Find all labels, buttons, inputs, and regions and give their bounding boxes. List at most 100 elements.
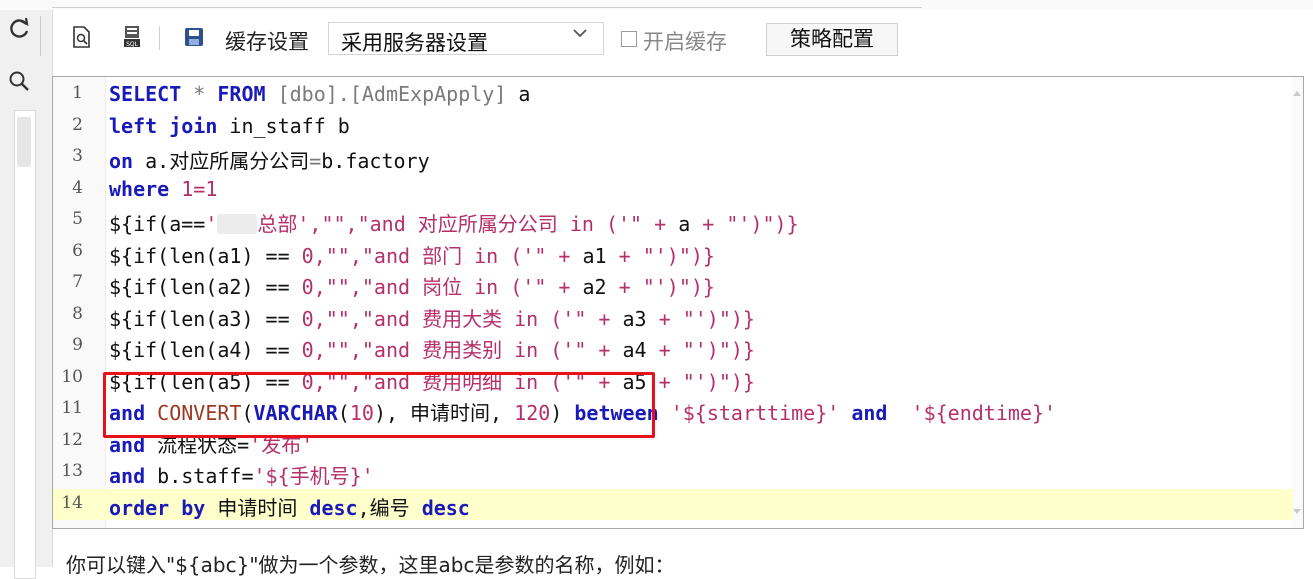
code-token: ,"","and 费用类别 in ('" + — [313, 338, 623, 362]
line-number: 10 — [61, 366, 83, 387]
code-token: FROM — [217, 82, 266, 106]
sql-icon[interactable]: SQL — [119, 24, 145, 50]
chevron-down-icon[interactable] — [565, 20, 595, 46]
code-token: [dbo].[AdmExpApply] — [265, 82, 507, 106]
code-line[interactable]: 13 and b.staff='${手机号}' — [53, 457, 1303, 488]
code-text: ${if(len(a2) == 0,"","and 岗位 in ('" + a2… — [109, 271, 715, 300]
search-icon[interactable] — [0, 66, 38, 96]
line-number: 13 — [61, 461, 83, 481]
code-line[interactable]: 8 ${if(len(a3) == 0,"","and 费用大类 in ('" +… — [53, 300, 1303, 331]
code-token: 0 — [301, 338, 314, 362]
code-token: = — [309, 149, 322, 173]
scroll-down-icon[interactable] — [1293, 509, 1301, 514]
code-line[interactable]: 4 where 1=1 — [53, 174, 1303, 205]
line-number: 2 — [72, 114, 83, 135]
code-text: SELECT * FROM [dbo].[AdmExpApply] a — [109, 82, 530, 106]
code-token: 申请时间 — [205, 495, 310, 520]
line-number: 1 — [72, 83, 83, 103]
code-token: ${if(len(a1) == — [109, 243, 302, 268]
code-token: ,"","and 费用大类 in ('" + — [313, 306, 623, 331]
code-token: on — [109, 149, 134, 173]
code-token: ' — [205, 212, 218, 236]
enable-cache-checkbox[interactable] — [621, 31, 637, 47]
rail-scrollbar[interactable] — [14, 110, 36, 579]
code-line[interactable]: 7 ${if(len(a2) == 0,"","and 岗位 in ('" + a… — [53, 268, 1303, 299]
code-token: in_staff b — [217, 113, 350, 138]
code-line[interactable]: 5 ${if(a==' 总部',"","and 对应所属分公司 in ('" + a… — [53, 205, 1303, 236]
code-token: b.factory — [321, 149, 430, 173]
code-text: ${if(len(a4) == 0,"","and 费用类别 in ('" + … — [109, 334, 755, 363]
code-text: and b.staff='${手机号}' — [109, 460, 374, 489]
code-token: ,"","and 部门 in ('" + — [313, 243, 583, 268]
scroll-up-icon[interactable] — [1293, 91, 1301, 96]
rail-scroll-thumb[interactable] — [17, 117, 31, 167]
code-line[interactable]: 3 on a.对应所属分公司=b.factory — [53, 142, 1303, 173]
code-token: desc — [309, 495, 358, 520]
code-token: a — [678, 212, 691, 236]
strategy-config-button[interactable]: 策略配置 — [766, 23, 898, 56]
code-token: '${手机号}' — [253, 464, 374, 488]
code-token: ${if(a== — [109, 212, 206, 236]
code-token: ,编号 — [357, 495, 422, 520]
code-token: ${if(len(a2) == — [109, 275, 302, 299]
code-text: where 1=1 — [109, 177, 217, 201]
code-line[interactable]: 6 ${if(len(a1) == 0,"","and 部门 in ('" + a… — [53, 237, 1303, 268]
code-token: a3 — [622, 306, 647, 331]
code-token: a1 — [582, 243, 607, 268]
code-token: '${endtime}' — [887, 401, 1057, 425]
line-number: 12 — [61, 429, 83, 450]
line-number: 3 — [72, 146, 83, 166]
code-token: 总部',"","and 对应所属分公司 in ('" + — [257, 212, 679, 236]
highlight-annotation-box — [103, 372, 655, 438]
code-text: ${if(len(a1) == 0,"","and 部门 in ('" + a1… — [109, 240, 715, 269]
preview-icon[interactable] — [69, 24, 95, 50]
code-token: a4 — [622, 338, 647, 362]
code-token: '${starttime}' — [658, 401, 840, 425]
code-text: ${if(len(a3) == 0,"","and 费用大类 in ('" + … — [109, 303, 755, 332]
code-token: + "')")} — [646, 369, 755, 394]
code-line[interactable]: 1 SELECT * FROM [dbo].[AdmExpApply] a — [53, 79, 1303, 110]
rail-divider — [40, 16, 41, 56]
code-line[interactable]: 2 left join in_staff b — [53, 111, 1303, 142]
sql-editor[interactable]: 1 SELECT * FROM [dbo].[AdmExpApply] a 2 lef… — [52, 76, 1304, 529]
code-text: left join in_staff b — [109, 114, 350, 138]
code-token: order by — [109, 495, 206, 520]
code-token: + "')")} — [646, 306, 755, 331]
cache-mode-value: 采用服务器设置 — [341, 31, 488, 55]
line-number: 11 — [61, 398, 83, 418]
code-token: 0 — [301, 243, 314, 268]
code-line[interactable]: 9 ${if(len(a4) == 0,"","and 费用类别 in ('" +… — [53, 331, 1303, 362]
code-token: SELECT — [109, 82, 182, 106]
code-line[interactable]: 14 order by 申请时间 desc,编号 desc — [53, 488, 1303, 520]
line-number: 7 — [72, 272, 83, 292]
cache-settings-label: 缓存设置 — [225, 30, 309, 54]
refresh-icon[interactable] — [0, 14, 38, 44]
cache-mode-select[interactable]: 采用服务器设置 — [328, 22, 604, 55]
line-number: 14 — [61, 492, 83, 513]
code-token: 0 — [301, 275, 314, 299]
code-token: ${if(len(a4) == — [109, 338, 302, 362]
code-token: and — [839, 401, 888, 425]
code-text: ${if(a==' 总部',"","and 对应所属分公司 in ('" + a … — [109, 208, 799, 237]
redacted-text — [217, 214, 258, 234]
left-rail — [0, 10, 53, 579]
line-number: 4 — [72, 177, 83, 198]
editor-scrollbar[interactable] — [1293, 77, 1303, 528]
code-token: + "')")} — [646, 338, 755, 362]
code-token: ,"","and 岗位 in ('" + — [313, 275, 583, 299]
enable-cache-label: 开启缓存 — [643, 30, 727, 54]
code-token: left join — [109, 113, 218, 138]
line-number: 9 — [72, 335, 83, 355]
code-token: a — [506, 82, 531, 106]
toolbar: SQL 缓存设置 采用服务器设置 开启缓存 策略配置 — [53, 14, 1313, 62]
code-token: 0 — [301, 306, 314, 331]
line-number: 6 — [72, 240, 83, 261]
code-text: on a.对应所属分公司=b.factory — [109, 145, 430, 174]
svg-text:SQL: SQL — [126, 41, 139, 48]
code-token: * — [181, 82, 218, 106]
save-icon[interactable] — [181, 24, 207, 50]
code-token: + "')")} — [606, 243, 715, 268]
code-token: a2 — [582, 275, 607, 299]
line-number: 5 — [72, 209, 83, 229]
code-token: b.staff= — [145, 464, 254, 488]
